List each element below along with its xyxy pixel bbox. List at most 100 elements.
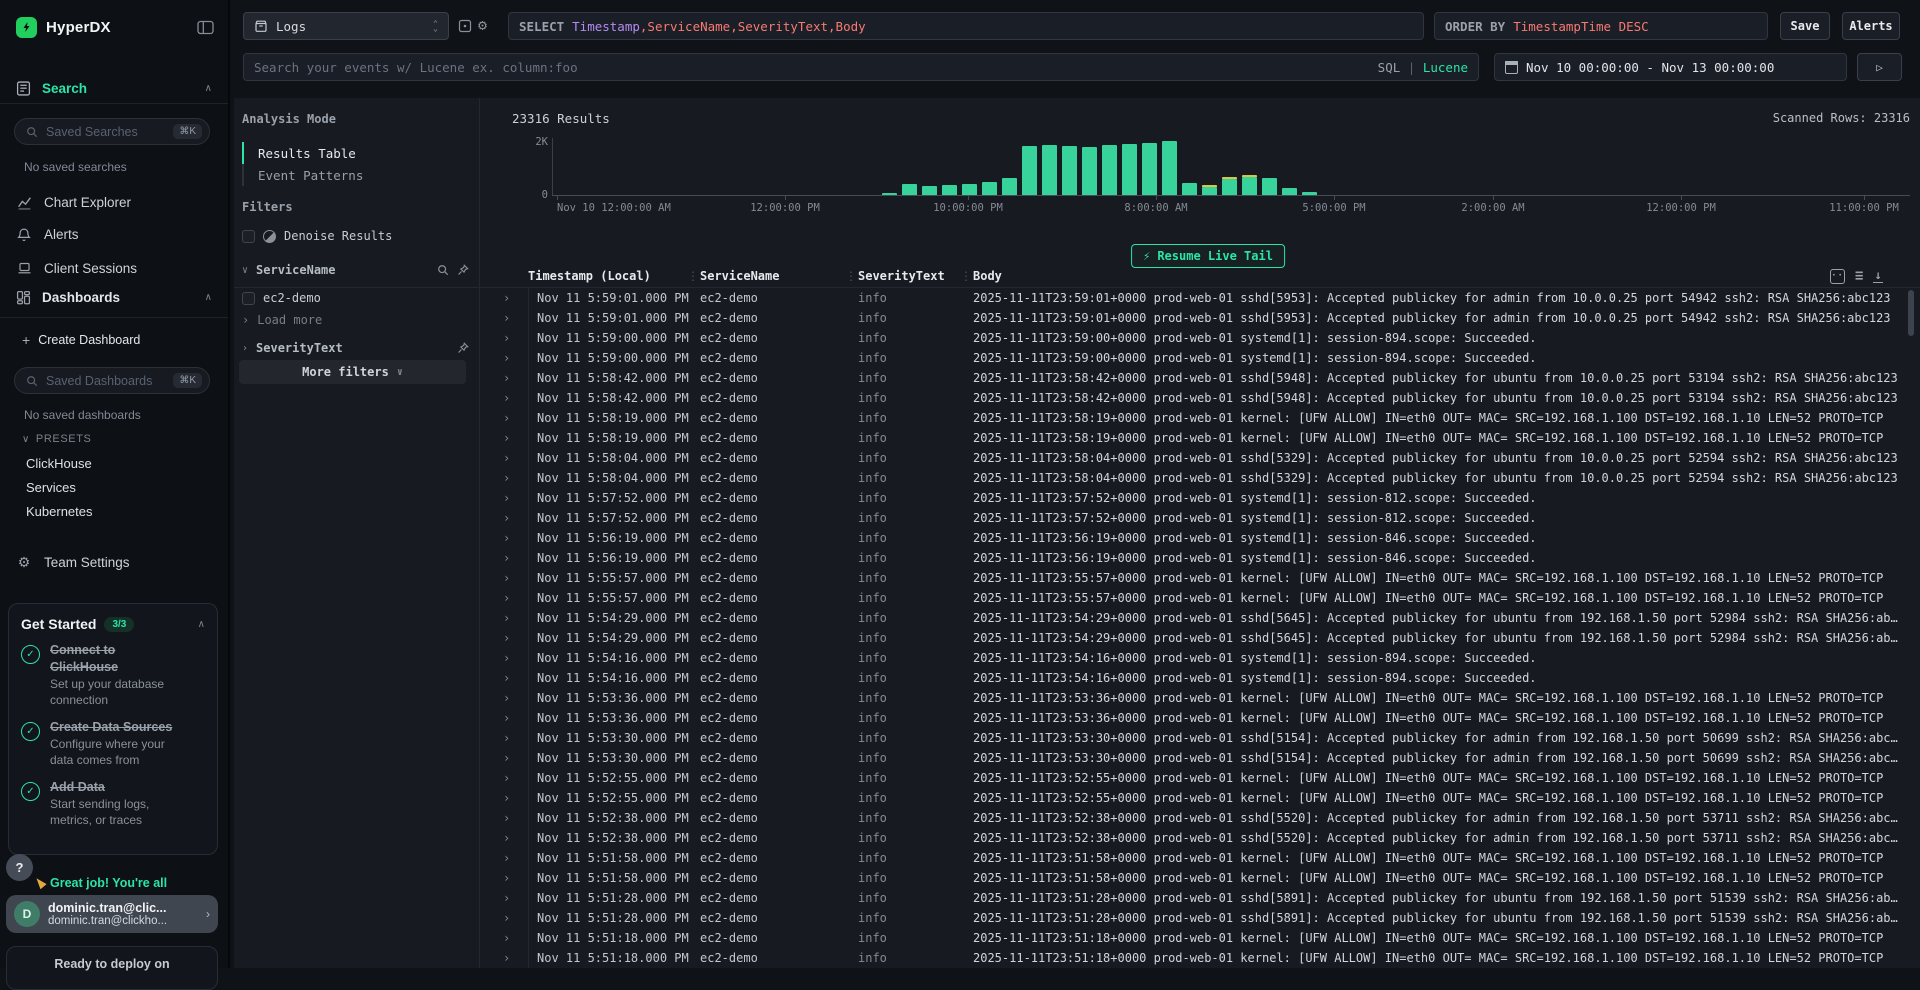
expand-row-chevron-icon[interactable]: ›: [503, 288, 510, 308]
log-table-row[interactable]: › Nov 11 5:58:04.000 PM ec2-demo info 20…: [234, 468, 1920, 488]
histogram-bar[interactable]: [1282, 188, 1297, 195]
source-settings-gear-icon[interactable]: ⚙: [478, 16, 487, 34]
log-table-row[interactable]: › Nov 11 5:55:57.000 PM ec2-demo info 20…: [234, 568, 1920, 588]
histogram-bar[interactable]: [1042, 145, 1057, 195]
expand-row-chevron-icon[interactable]: ›: [503, 608, 510, 628]
log-table-row[interactable]: › Nov 11 5:53:30.000 PM ec2-demo info 20…: [234, 728, 1920, 748]
log-table-row[interactable]: › Nov 11 5:59:00.000 PM ec2-demo info 20…: [234, 348, 1920, 368]
histogram-bar[interactable]: [1002, 178, 1017, 195]
log-table-row[interactable]: › Nov 11 5:57:52.000 PM ec2-demo info 20…: [234, 488, 1920, 508]
resume-live-tail-button[interactable]: ⚡ Resume Live Tail: [1131, 244, 1285, 268]
expand-row-chevron-icon[interactable]: ›: [503, 928, 510, 948]
log-table-row[interactable]: › Nov 11 5:52:55.000 PM ec2-demo info 20…: [234, 768, 1920, 788]
sidebar-section-dashboards[interactable]: Dashboards ∧: [16, 286, 212, 308]
chevron-up-icon[interactable]: ∧: [205, 83, 212, 94]
download-icon[interactable]: ↓: [1873, 270, 1882, 283]
log-table-row[interactable]: › Nov 11 5:59:00.000 PM ec2-demo info 20…: [234, 328, 1920, 348]
histogram-bar[interactable]: [1222, 179, 1237, 195]
table-scrollbar[interactable]: [1908, 290, 1914, 966]
log-table-row[interactable]: › Nov 11 5:59:01.000 PM ec2-demo info 20…: [234, 308, 1920, 328]
expand-row-chevron-icon[interactable]: ›: [503, 508, 510, 528]
row-density-icon[interactable]: ≡: [1855, 268, 1863, 284]
histogram-bar[interactable]: [1182, 183, 1197, 195]
saved-searches-input[interactable]: Saved Searches ⌘K: [14, 118, 210, 145]
log-table-row[interactable]: › Nov 11 5:53:30.000 PM ec2-demo info 20…: [234, 748, 1920, 768]
column-header-servicename[interactable]: ServiceName: [700, 269, 779, 283]
order-by-input[interactable]: ORDER BY TimestampTime DESC: [1434, 12, 1768, 40]
log-table-row[interactable]: › Nov 11 5:54:16.000 PM ec2-demo info 20…: [234, 668, 1920, 688]
expand-row-chevron-icon[interactable]: ›: [503, 728, 510, 748]
chevron-up-icon[interactable]: ∧: [205, 292, 212, 303]
live-tail-play-button[interactable]: ▷: [1857, 53, 1902, 81]
log-table-row[interactable]: › Nov 11 5:52:38.000 PM ec2-demo info 20…: [234, 828, 1920, 848]
log-table-row[interactable]: › Nov 11 5:51:18.000 PM ec2-demo info 20…: [234, 948, 1920, 968]
get-started-step[interactable]: ✓ Create Data Sources Configure where yo…: [21, 719, 205, 768]
log-table-row[interactable]: › Nov 11 5:58:42.000 PM ec2-demo info 20…: [234, 388, 1920, 408]
expand-row-chevron-icon[interactable]: ›: [503, 528, 510, 548]
sidebar-item-chart-explorer[interactable]: Chart Explorer: [16, 191, 212, 213]
column-config-icon[interactable]: ··: [1830, 269, 1845, 284]
sidebar-item-alerts[interactable]: Alerts: [16, 223, 212, 245]
log-table-row[interactable]: › Nov 11 5:56:19.000 PM ec2-demo info 20…: [234, 548, 1920, 568]
expand-row-chevron-icon[interactable]: ›: [503, 628, 510, 648]
sidebar-section-search[interactable]: Search ∧: [16, 77, 212, 99]
histogram-bar[interactable]: [1142, 143, 1157, 195]
expand-row-chevron-icon[interactable]: ›: [503, 648, 510, 668]
expand-row-chevron-icon[interactable]: ›: [503, 808, 510, 828]
log-table-row[interactable]: › Nov 11 5:56:19.000 PM ec2-demo info 20…: [234, 528, 1920, 548]
histogram-bar[interactable]: [1022, 146, 1037, 195]
log-table-row[interactable]: › Nov 11 5:51:18.000 PM ec2-demo info 20…: [234, 928, 1920, 948]
table-source-icon-button[interactable]: [458, 19, 472, 33]
histogram-bar[interactable]: [882, 193, 897, 195]
expand-row-chevron-icon[interactable]: ›: [503, 828, 510, 848]
expand-row-chevron-icon[interactable]: ›: [503, 768, 510, 788]
log-table-row[interactable]: › Nov 11 5:54:29.000 PM ec2-demo info 20…: [234, 608, 1920, 628]
preset-clickhouse[interactable]: ClickHouse: [26, 456, 92, 471]
log-table-row[interactable]: › Nov 11 5:53:36.000 PM ec2-demo info 20…: [234, 688, 1920, 708]
sidebar-item-team-settings[interactable]: ⚙ Team Settings: [16, 551, 212, 573]
expand-row-chevron-icon[interactable]: ›: [503, 708, 510, 728]
log-table-row[interactable]: › Nov 11 5:58:42.000 PM ec2-demo info 20…: [234, 368, 1920, 388]
log-table-row[interactable]: › Nov 11 5:52:55.000 PM ec2-demo info 20…: [234, 788, 1920, 808]
log-table-row[interactable]: › Nov 11 5:58:19.000 PM ec2-demo info 20…: [234, 408, 1920, 428]
expand-row-chevron-icon[interactable]: ›: [503, 688, 510, 708]
help-button[interactable]: ?: [6, 854, 33, 881]
log-table-row[interactable]: › Nov 11 5:58:04.000 PM ec2-demo info 20…: [234, 448, 1920, 468]
histogram-bar[interactable]: [1202, 187, 1217, 195]
select-columns-input[interactable]: SELECT Timestamp,ServiceName,SeverityTex…: [508, 12, 1424, 40]
sidebar-collapse-icon[interactable]: [197, 20, 214, 35]
get-started-step[interactable]: ✓ Add Data Start sending logs, metrics, …: [21, 779, 205, 828]
query-language-toggle[interactable]: SQL | Lucene: [1378, 60, 1468, 75]
expand-row-chevron-icon[interactable]: ›: [503, 488, 510, 508]
expand-row-chevron-icon[interactable]: ›: [503, 308, 510, 328]
deploy-note-card[interactable]: Ready to deploy on: [6, 946, 218, 990]
expand-row-chevron-icon[interactable]: ›: [503, 568, 510, 588]
expand-row-chevron-icon[interactable]: ›: [503, 348, 510, 368]
expand-row-chevron-icon[interactable]: ›: [503, 908, 510, 928]
column-header-timestamp[interactable]: Timestamp (Local): [528, 269, 651, 283]
expand-row-chevron-icon[interactable]: ›: [503, 328, 510, 348]
expand-row-chevron-icon[interactable]: ›: [503, 788, 510, 808]
histogram-bar[interactable]: [1062, 146, 1077, 195]
save-button[interactable]: Save: [1780, 12, 1830, 40]
expand-row-chevron-icon[interactable]: ›: [503, 448, 510, 468]
chevron-up-icon[interactable]: ∧: [198, 619, 205, 630]
log-table-row[interactable]: › Nov 11 5:55:57.000 PM ec2-demo info 20…: [234, 588, 1920, 608]
log-table-row[interactable]: › Nov 11 5:58:19.000 PM ec2-demo info 20…: [234, 428, 1920, 448]
user-account-button[interactable]: D dominic.tran@clic... dominic.tran@clic…: [6, 895, 218, 933]
log-table-row[interactable]: › Nov 11 5:51:58.000 PM ec2-demo info 20…: [234, 868, 1920, 888]
histogram-bar[interactable]: [1242, 177, 1257, 195]
expand-row-chevron-icon[interactable]: ›: [503, 948, 510, 968]
histogram-bar[interactable]: [922, 186, 937, 195]
saved-dashboards-input[interactable]: Saved Dashboards ⌘K: [14, 367, 210, 394]
sidebar-item-client-sessions[interactable]: Client Sessions: [16, 257, 212, 279]
preset-kubernetes[interactable]: Kubernetes: [26, 504, 93, 519]
log-table-row[interactable]: › Nov 11 5:51:28.000 PM ec2-demo info 20…: [234, 888, 1920, 908]
expand-row-chevron-icon[interactable]: ›: [503, 428, 510, 448]
histogram-bar[interactable]: [962, 184, 977, 195]
expand-row-chevron-icon[interactable]: ›: [503, 588, 510, 608]
lucene-search-input[interactable]: Search your events w/ Lucene ex. column:…: [243, 53, 1479, 81]
log-table-row[interactable]: › Nov 11 5:51:58.000 PM ec2-demo info 20…: [234, 848, 1920, 868]
histogram-bar[interactable]: [1102, 145, 1117, 195]
log-table-row[interactable]: › Nov 11 5:52:38.000 PM ec2-demo info 20…: [234, 808, 1920, 828]
